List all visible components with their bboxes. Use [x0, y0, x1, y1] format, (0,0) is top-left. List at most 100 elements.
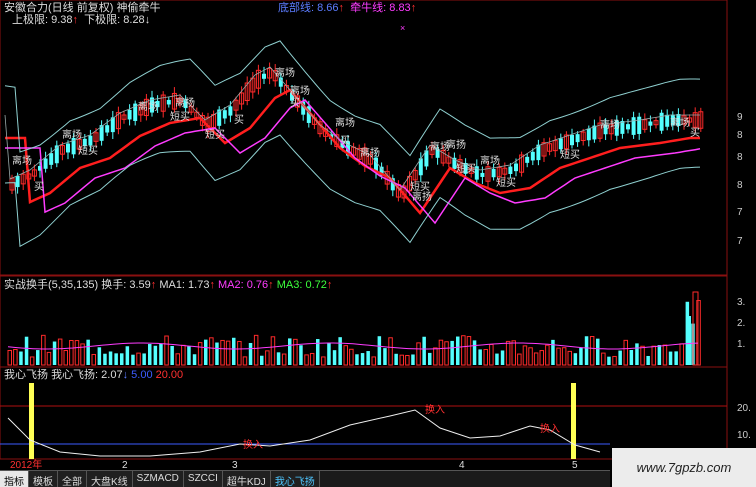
volume-bar — [388, 337, 393, 366]
candle-body — [508, 166, 513, 174]
volume-bar — [86, 339, 90, 365]
signal-tick: 20. — [737, 403, 751, 414]
volume-bar — [181, 344, 186, 366]
arrow-down-icon: ↓ — [122, 369, 129, 381]
volume-bar — [394, 353, 398, 365]
volume-bar — [567, 350, 572, 366]
volume-bar — [528, 347, 533, 366]
volume-bar — [164, 335, 169, 366]
arrow-up-icon: ↑ — [326, 279, 333, 291]
lines-group — [4, 40, 701, 248]
tab-indicator[interactable]: 指标 — [0, 471, 29, 487]
candle-body — [480, 172, 485, 177]
stock-chart-window: 安徽合力(日线 前复权) 神偷牵牛 上极限: 9.38↑ 下极限: 8.28↓ … — [0, 0, 756, 487]
indicator-name: 神偷牵牛 — [116, 2, 161, 14]
annotation-label: 买 — [690, 128, 700, 139]
volume-ma-line — [7, 342, 699, 350]
candle-body — [43, 158, 48, 169]
signal-indicator-title: 我心飞扬 — [4, 369, 48, 381]
volume-bar — [175, 353, 180, 366]
candles-group — [9, 62, 704, 203]
volume-bar — [74, 340, 80, 366]
annotation-label: 买 — [340, 136, 350, 147]
volume-bar — [187, 346, 191, 365]
volume-bar — [556, 347, 561, 366]
signal-level-low: 5.00 — [131, 369, 153, 381]
volume-bar — [41, 334, 46, 366]
volume-tick: 1. — [737, 339, 746, 350]
volume-tick: 2. — [737, 318, 746, 329]
volume-bar — [321, 356, 326, 366]
volume-bar — [618, 350, 622, 365]
candle-body — [222, 110, 227, 119]
volume-bar — [332, 350, 337, 365]
candle-body — [262, 73, 266, 79]
volume-bar — [483, 349, 488, 366]
volume-bar — [366, 351, 370, 365]
annotation-label: 离场 — [480, 156, 500, 167]
volume-bar — [596, 338, 600, 365]
arrow-up-icon: ↑ — [209, 279, 215, 291]
volume-bar — [103, 353, 107, 365]
stock-name: 安徽合力(日线 前复权) — [4, 2, 114, 14]
volume-bar — [679, 343, 684, 366]
volume-bar — [288, 338, 292, 365]
volume-bar — [377, 336, 382, 365]
signal-line — [7, 409, 601, 457]
volume-bar — [248, 342, 253, 365]
annotation-label: 短买 — [205, 130, 225, 141]
volume-bar — [338, 337, 342, 365]
volume-bar — [640, 345, 645, 366]
volume-bar — [686, 316, 691, 365]
volume-bar — [450, 340, 454, 365]
price-tick: 7 — [737, 236, 743, 247]
volume-bar — [657, 345, 662, 365]
annotation-label: 离场 — [290, 86, 310, 97]
volume-bar — [142, 353, 146, 365]
signal-level-high: 20.00 — [155, 369, 184, 381]
volume-bar — [461, 335, 466, 366]
annotation-label: 离场 — [62, 130, 82, 141]
volume-bar — [7, 349, 12, 366]
candle-body — [575, 134, 580, 143]
tab-super-kdj[interactable]: 超牛KDJ — [222, 471, 271, 487]
tab-szcci[interactable]: SZCCI — [183, 471, 223, 487]
volume-bar — [125, 346, 130, 365]
signal-annotation: 换入 — [425, 405, 445, 416]
tab-index-kline[interactable]: 大盘K线 — [87, 471, 133, 487]
volume-bar — [422, 336, 426, 365]
volume-bar — [584, 336, 589, 365]
price-panel-frame — [0, 0, 728, 276]
volume-bar — [225, 340, 231, 366]
tab-szmacd[interactable]: SZMACD — [132, 471, 184, 487]
volume-bar — [522, 345, 528, 366]
volume-bar — [472, 340, 477, 365]
tab-template[interactable]: 模板 — [29, 471, 58, 487]
volume-bar — [276, 352, 281, 365]
volume-bar — [237, 340, 242, 366]
tab-all[interactable]: 全部 — [58, 471, 87, 487]
tab-wo-xin-fei-yang[interactable]: 我心飞扬 — [270, 471, 320, 487]
volume-bar — [355, 354, 359, 365]
ma2-value: MA2: 0.76 — [218, 279, 269, 291]
arrow-up-icon: ↑ — [268, 279, 274, 291]
annotation-label: 离场 — [600, 120, 620, 131]
volume-bar — [579, 347, 583, 365]
watermark: www.7gpzb.com — [612, 448, 756, 487]
volume-bar — [260, 355, 264, 365]
volume-bar — [153, 345, 158, 365]
volume-bar — [242, 356, 248, 366]
volume-bar — [371, 356, 376, 366]
volume-bar — [349, 348, 354, 366]
annotation-label: 买 — [290, 98, 300, 109]
volume-bar — [13, 348, 18, 366]
volume-bar — [91, 353, 96, 366]
volume-bar — [607, 356, 611, 365]
annotation-label: 离扬 — [412, 192, 432, 203]
volume-bar — [197, 342, 203, 366]
volume-bar — [57, 338, 63, 366]
volume-bar — [36, 350, 40, 365]
volume-bar — [46, 351, 52, 366]
volume-bar — [170, 345, 174, 365]
candle-body — [586, 128, 591, 141]
